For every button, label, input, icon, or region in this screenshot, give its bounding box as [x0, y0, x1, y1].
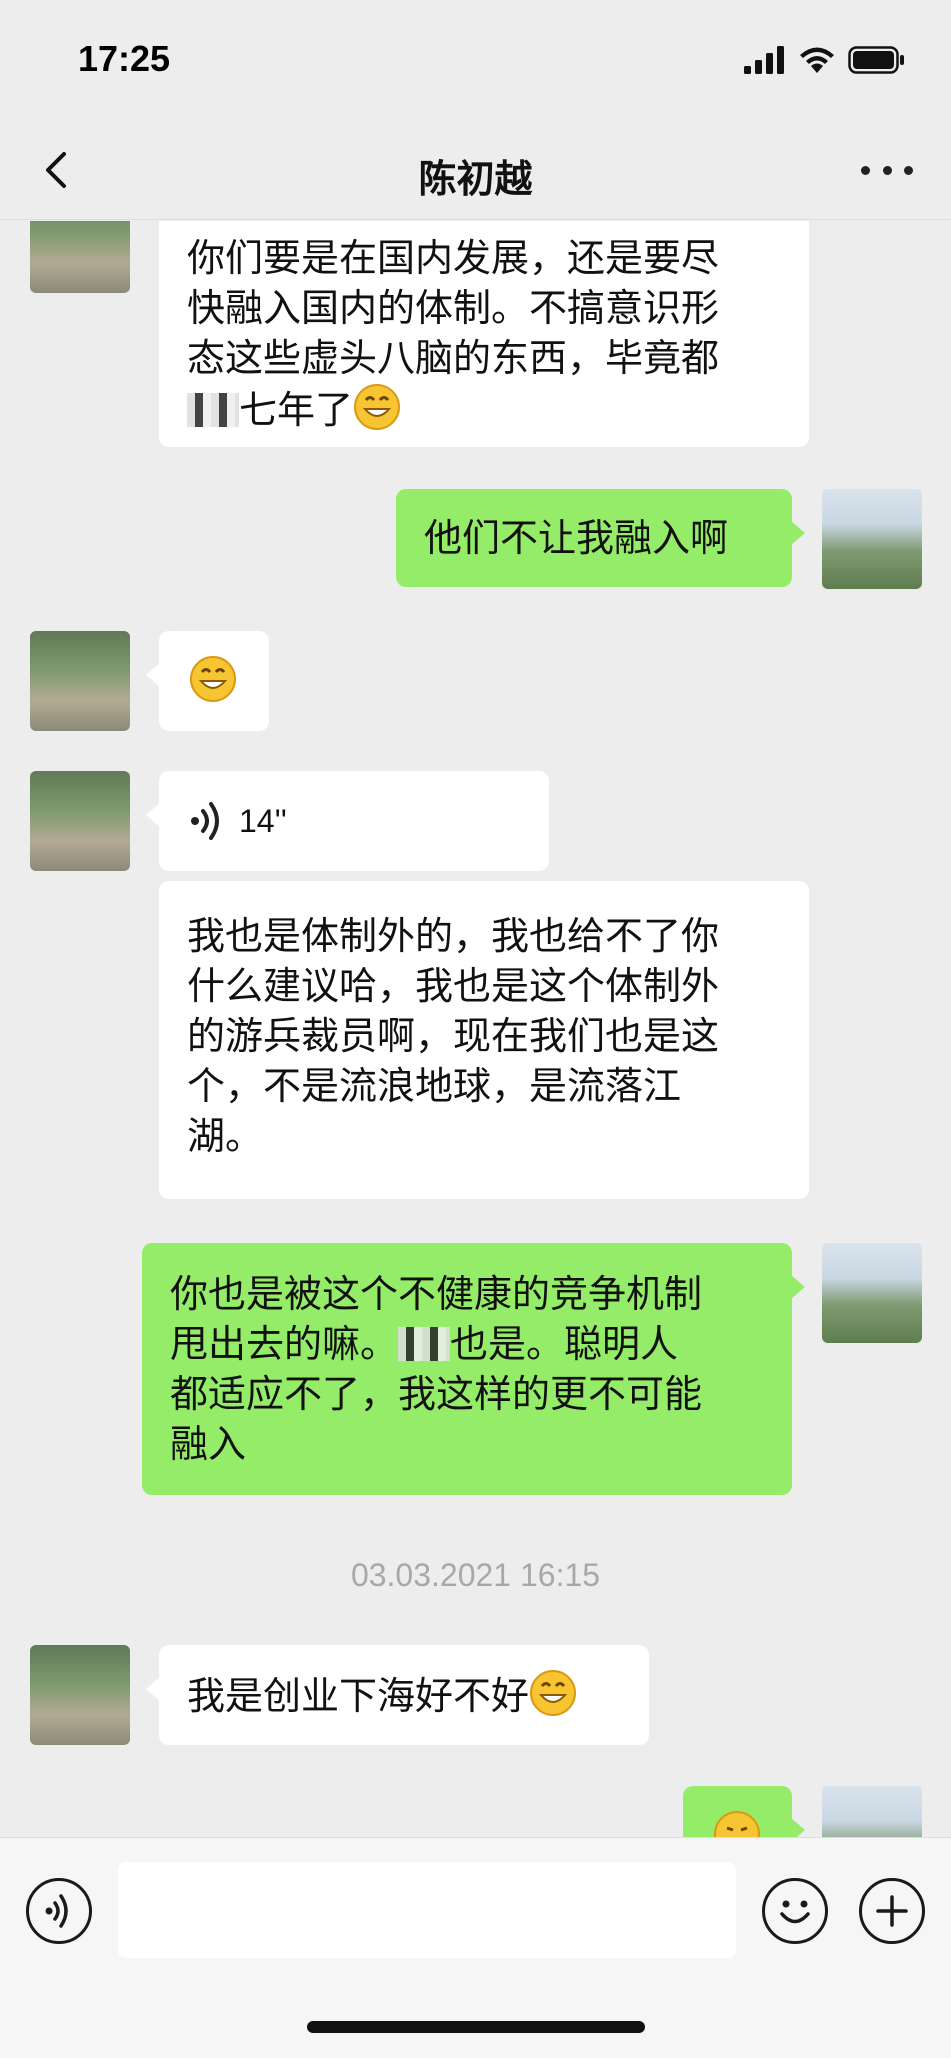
emoji-icon [714, 1811, 760, 1837]
contact-avatar[interactable] [30, 1645, 130, 1745]
home-indicator[interactable] [307, 2021, 645, 2033]
contact-avatar[interactable] [30, 771, 130, 871]
voice-icon [45, 1894, 68, 1928]
grin-emoji-icon [354, 384, 401, 430]
message-line: 你们要是在国内发展，还是要尽 [187, 236, 720, 280]
voice-duration: 14'' [239, 803, 287, 839]
message-input[interactable] [118, 1862, 736, 1958]
chat-scroll-area[interactable]: 你们要是在国内发展，还是要尽 快融入国内的体制。不搞意识形 态这些虚头八脑的东西… [0, 221, 951, 1837]
message-bubble-received[interactable]: 我也是体制外的，我也给不了你 什么建议哈，我也是这个体制外 的游兵裁员啊，现在我… [159, 881, 809, 1199]
battery-icon [848, 46, 904, 74]
wifi-icon [800, 47, 834, 73]
contact-avatar[interactable] [30, 221, 130, 293]
message-bubble-sent[interactable] [683, 1786, 805, 1837]
chat-title: 陈初越 [418, 157, 533, 201]
grin-emoji-icon [530, 1670, 577, 1716]
message-line: 都适应不了，我这样的更不可能 [170, 1372, 703, 1416]
message-line: 我也是体制外的，我也给不了你 [187, 914, 720, 958]
message-line: 快融入国内的体制。不搞意识形 [187, 286, 720, 330]
message-line: 融入 [170, 1422, 247, 1466]
message-bubble-sent[interactable]: 你也是被这个不健康的竞争机制 甩出去的嘛。 也是。聪明人 都适应不了，我这样的更不… [142, 1243, 805, 1495]
message-line: 七年了 [239, 388, 354, 432]
status-bar: 17:25 [0, 0, 951, 120]
add-button[interactable] [859, 1878, 925, 1944]
message-line: 什么建议哈，我也是这个体制外 [187, 964, 720, 1008]
signal-icon [744, 46, 784, 74]
message-line: 的游兵裁员啊，现在我们也是这 [187, 1014, 720, 1058]
add-icon [876, 1895, 908, 1927]
more-icon[interactable] [861, 150, 913, 190]
self-avatar[interactable] [822, 1243, 922, 1343]
chat-header: 陈初越 [0, 120, 951, 220]
message-bubble-sent[interactable]: 他们不让我融入啊 [396, 489, 805, 587]
message-bubble-received[interactable] [146, 631, 269, 731]
message-line: 个，不是流浪地球，是流落江 [187, 1064, 682, 1108]
redacted-text [398, 1327, 451, 1361]
message-line: 态这些虚头八脑的东西，毕竟都 [187, 336, 720, 380]
message-bubble-received[interactable]: 你们要是在国内发展，还是要尽 快融入国内的体制。不搞意识形 态这些虚头八脑的东西… [159, 221, 809, 447]
self-avatar[interactable] [822, 489, 922, 589]
emoji-button[interactable] [762, 1878, 828, 1944]
self-avatar[interactable] [822, 1786, 922, 1837]
voice-input-button[interactable] [26, 1878, 92, 1944]
message-line: 甩出去的嘛。 [170, 1322, 399, 1366]
status-icons [744, 44, 906, 76]
voice-message-bubble[interactable]: 14'' [146, 771, 549, 871]
grin-emoji-icon [190, 656, 236, 702]
redacted-text [187, 393, 239, 427]
message-text: 他们不让我融入啊 [424, 516, 729, 560]
message-bubble-received[interactable]: 我是创业下海好不好 [146, 1645, 649, 1745]
chat-timestamp: 03.03.2021 16:15 [350, 1557, 601, 1593]
message-line: 湖。 [187, 1114, 264, 1158]
voice-wave-icon [191, 802, 219, 840]
message-line: 你也是被这个不健康的竞争机制 [170, 1272, 703, 1316]
emoji-icon [780, 1900, 810, 1924]
message-line: 也是。聪明人 [450, 1322, 679, 1366]
status-time: 17:25 [78, 38, 171, 79]
message-text: 我是创业下海好不好 [187, 1674, 530, 1718]
contact-avatar[interactable] [30, 631, 130, 731]
